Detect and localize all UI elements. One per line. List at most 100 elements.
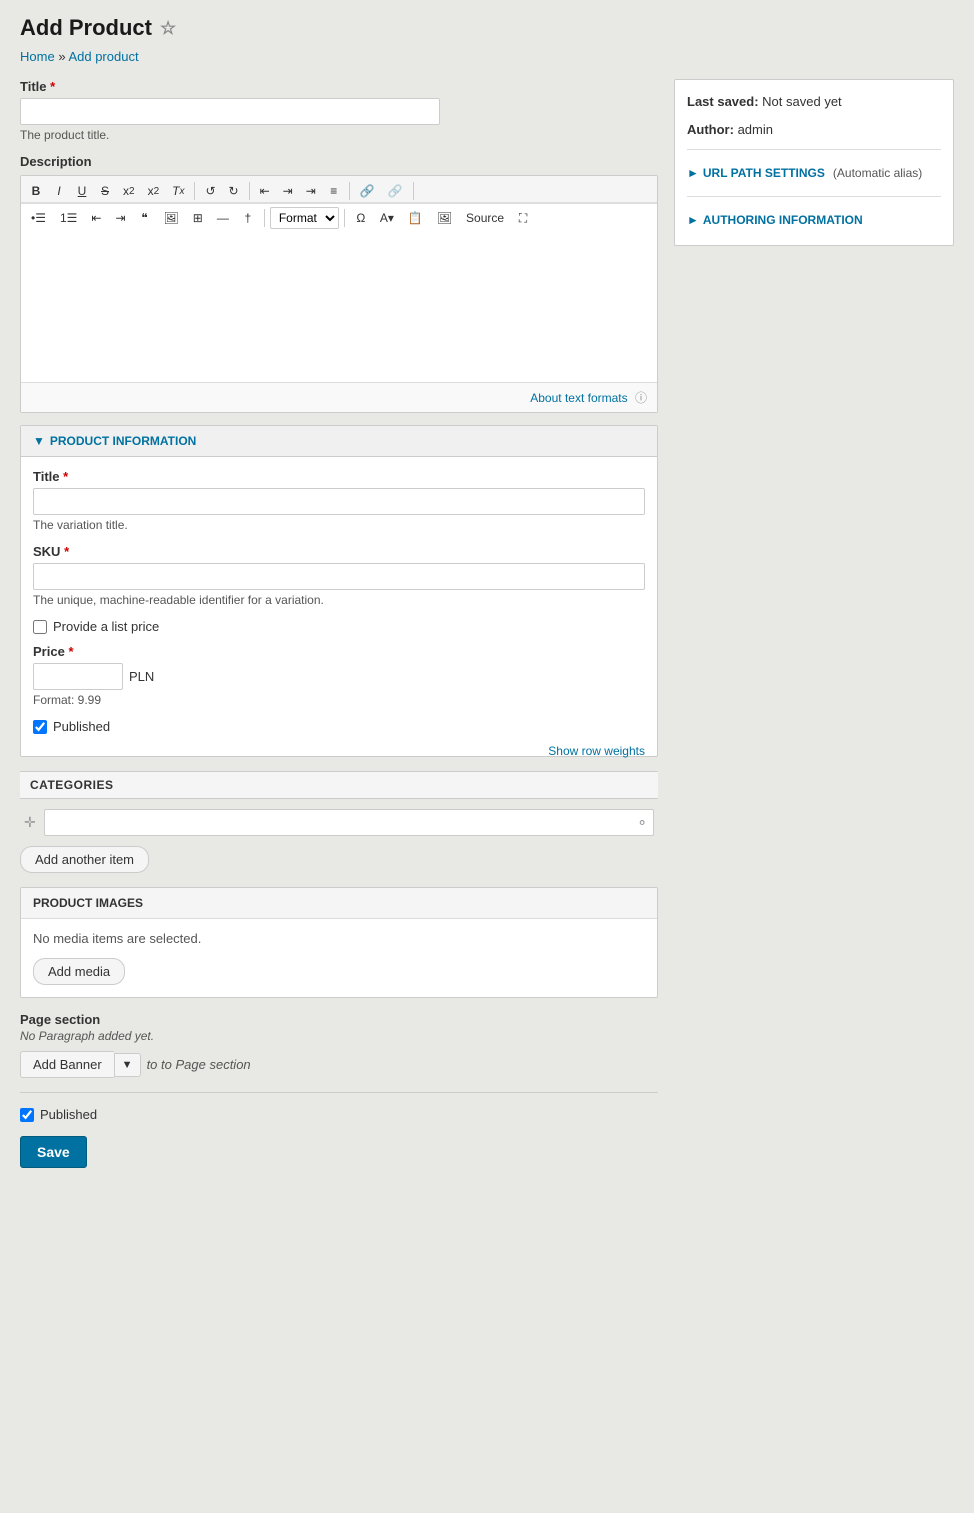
published-label[interactable]: Published [40, 1107, 97, 1122]
variation-published-checkbox[interactable] [33, 720, 47, 734]
toolbar-sep-1 [194, 182, 195, 200]
add-media-button[interactable]: Add media [33, 958, 125, 985]
price-label: Price * [33, 644, 645, 659]
authoring-info-toggle[interactable]: ► AUTHORING INFORMATION [687, 207, 941, 233]
wysiwyg-editor: B I U S x2 x2 Tx ↺ ↻ ⇤ ⇥ ⇥ ≡ [20, 175, 658, 413]
title-input[interactable] [20, 98, 440, 125]
omega-button[interactable]: Ω [350, 207, 372, 229]
special-chars-button[interactable]: † [237, 207, 259, 229]
italic-button[interactable]: I [48, 180, 70, 202]
published-checkbox[interactable] [20, 1108, 34, 1122]
collapse-icon[interactable]: ▼ [33, 434, 45, 448]
bullet-list-button[interactable]: •☰ [25, 207, 52, 229]
list-price-checkbox[interactable] [33, 620, 47, 634]
breadcrumb-current[interactable]: Add product [68, 49, 138, 64]
editor-footer: About text formats ⓘ [21, 382, 657, 412]
breadcrumb-home[interactable]: Home [20, 49, 55, 64]
category-input-wrap: ⚬ [44, 809, 654, 836]
variation-title-input[interactable] [33, 488, 645, 515]
remove-format-button[interactable]: Tx [166, 180, 190, 202]
toolbar-row1: B I U S x2 x2 Tx ↺ ↻ ⇤ ⇥ ⇥ ≡ [21, 176, 657, 203]
align-center-button[interactable]: ⇥ [277, 180, 299, 202]
show-row-weights-link[interactable]: Show row weights [548, 744, 645, 758]
fullscreen-button[interactable]: ⛶ [512, 207, 534, 229]
underline-button[interactable]: U [71, 180, 93, 202]
toolbar-sep-2 [249, 182, 250, 200]
redo-button[interactable]: ↻ [223, 180, 245, 202]
price-group: Price * PLN Format: 9.99 [33, 644, 645, 707]
save-button[interactable]: Save [20, 1136, 87, 1168]
category-row: ✛ ⚬ [20, 809, 658, 836]
sidebar-divider-1 [687, 149, 941, 150]
categories-header: CATEGORIES [20, 771, 658, 799]
undo-button[interactable]: ↺ [199, 180, 221, 202]
sku-hint: The unique, machine-readable identifier … [33, 593, 645, 607]
product-images-section: PRODUCT IMAGES No media items are select… [20, 887, 658, 998]
blockquote-button[interactable]: ❝ [134, 207, 156, 229]
page-section-label: Page section [20, 1012, 658, 1027]
published-row: Published [20, 1107, 658, 1122]
to-page-section-text: to to Page section [147, 1057, 251, 1072]
unlink-button[interactable]: 🔗 [382, 180, 409, 202]
right-sidebar: Last saved: Not saved yet Author: admin … [674, 79, 954, 246]
bold-button[interactable]: B [25, 180, 47, 202]
styles-button[interactable]: A▾ [374, 207, 400, 229]
no-paragraph-text: No Paragraph added yet. [20, 1029, 658, 1043]
currency-label: PLN [129, 669, 154, 684]
hr-button[interactable]: ― [211, 207, 235, 229]
sidebar-divider-2 [687, 196, 941, 197]
numbered-list-button[interactable]: 1☰ [54, 207, 83, 229]
description-label: Description [20, 154, 658, 169]
page-title: Add Product ☆ [20, 15, 954, 41]
sku-label: SKU * [33, 544, 645, 559]
toolbar-sep-6 [344, 209, 345, 227]
product-images-body: No media items are selected. Add media [21, 919, 657, 997]
sku-group: SKU * The unique, machine-readable ident… [33, 544, 645, 607]
list-price-label[interactable]: Provide a list price [53, 619, 159, 634]
url-path-arrow-icon: ► [687, 166, 699, 180]
favorite-icon[interactable]: ☆ [160, 18, 176, 39]
toolbar-row2: •☰ 1☰ ⇤ ⇥ ❝ 🖼 ⊞ ― † Format [21, 203, 657, 232]
strikethrough-button[interactable]: S [94, 180, 116, 202]
variation-published-label[interactable]: Published [53, 719, 110, 734]
indent-button[interactable]: ⇥ [109, 207, 131, 229]
outdent-button[interactable]: ⇤ [85, 207, 107, 229]
url-path-settings-toggle[interactable]: ► URL PATH SETTINGS (Automatic alias) [687, 160, 941, 186]
paste-text-button[interactable]: 🖼 [431, 207, 458, 229]
about-text-formats-link[interactable]: About text formats [530, 391, 627, 405]
breadcrumb: Home » Add product [20, 49, 954, 64]
autocomplete-search-icon: ⚬ [636, 814, 648, 831]
variation-title-group: Title * The variation title. [33, 469, 645, 532]
table-button[interactable]: ⊞ [187, 207, 209, 229]
paste-button[interactable]: 📋 [402, 207, 429, 229]
title-field-group: Title * The product title. [20, 79, 658, 142]
align-justify-button[interactable]: ≡ [323, 180, 345, 202]
divider [20, 1092, 658, 1093]
superscript-button[interactable]: x2 [117, 180, 141, 202]
image-button[interactable]: 🖼 [158, 207, 185, 229]
toolbar-sep-3 [349, 182, 350, 200]
page-section-area: Page section No Paragraph added yet. Add… [20, 1012, 658, 1078]
add-another-item-button[interactable]: Add another item [20, 846, 149, 873]
subscript-button[interactable]: x2 [142, 180, 166, 202]
help-icon: ⓘ [635, 391, 647, 405]
price-input[interactable] [33, 663, 123, 690]
drag-handle-icon[interactable]: ✛ [24, 814, 36, 831]
format-dropdown[interactable]: Format [270, 207, 339, 229]
add-banner-button[interactable]: Add Banner [20, 1051, 114, 1078]
product-info-body: Title * The variation title. SKU * The u… [21, 457, 657, 756]
list-price-row: Provide a list price [33, 619, 645, 634]
categories-section: CATEGORIES ✛ ⚬ Add another item [20, 771, 658, 873]
price-wrapper: PLN [33, 663, 645, 690]
product-info-header: ▼ PRODUCT INFORMATION [21, 426, 657, 457]
editor-content-area[interactable] [21, 232, 657, 382]
product-info-section: ▼ PRODUCT INFORMATION Title * The variat… [20, 425, 658, 757]
align-right-button[interactable]: ⇥ [300, 180, 322, 202]
link-button[interactable]: 🔗 [354, 180, 381, 202]
category-autocomplete-input[interactable] [44, 809, 654, 836]
add-banner-dropdown-button[interactable]: ▼ [114, 1053, 141, 1077]
align-left-button[interactable]: ⇤ [254, 180, 276, 202]
price-format-hint: Format: 9.99 [33, 693, 645, 707]
source-button[interactable]: Source [460, 207, 510, 229]
sku-input[interactable] [33, 563, 645, 590]
